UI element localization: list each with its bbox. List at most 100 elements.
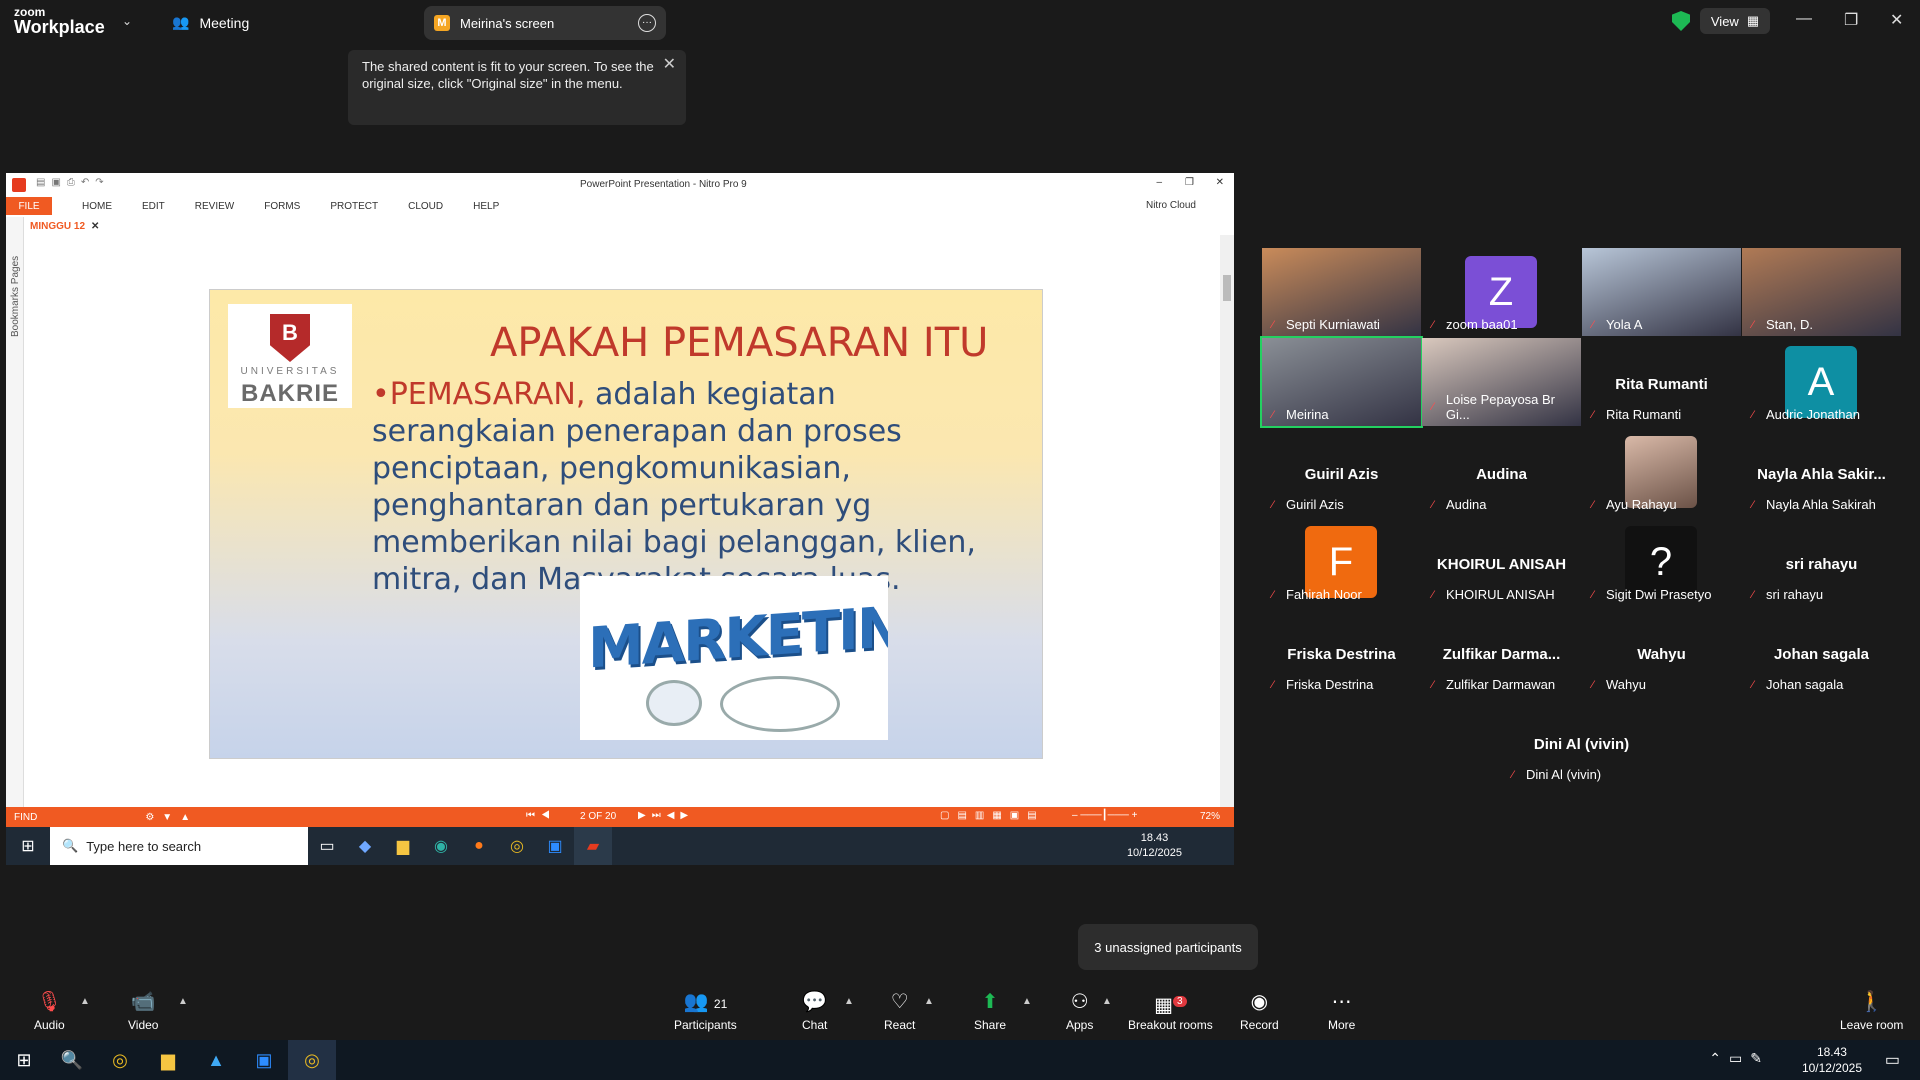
minimize-icon[interactable]: — [1796, 10, 1812, 28]
participant-tile[interactable]: Wahyu ⁄ Wahyu [1582, 608, 1741, 696]
view-button[interactable]: View ▦ [1700, 8, 1770, 34]
maximize-icon[interactable]: ❐ [1844, 10, 1858, 30]
scrollbar-thumb[interactable] [1223, 275, 1231, 301]
menu-help[interactable]: HELP [473, 201, 499, 212]
tray-icons[interactable]: ⌃▭✎ [1709, 1050, 1770, 1067]
grid-icon: ▦ [1746, 13, 1760, 28]
participant-tile[interactable]: Rita Rumanti ⁄ Rita Rumanti [1582, 338, 1741, 426]
unassigned-participants-popup[interactable]: 3 unassigned participants [1078, 924, 1258, 970]
windows-start-icon[interactable]: ⊞ [6, 827, 50, 865]
apps-button[interactable]: ⚇ Apps [1066, 990, 1093, 1032]
participants-button[interactable]: 👥 21 Participants [674, 990, 737, 1032]
vertical-scrollbar[interactable] [1220, 235, 1234, 807]
quick-access-icons[interactable]: ▤▣⎙↶↷ [36, 177, 110, 188]
zoom-level[interactable]: 72% [1200, 811, 1220, 822]
chrome-icon[interactable]: ◎ [96, 1040, 144, 1080]
find-controls-icon[interactable]: ⚙▼▲ [145, 812, 198, 823]
menu-file[interactable]: FILE [6, 197, 52, 215]
app-icon[interactable]: ▲ [192, 1040, 240, 1080]
firefox-icon[interactable]: ● [460, 827, 498, 865]
notifications-icon[interactable]: ▭ [1885, 1050, 1900, 1070]
zoom-app-icon[interactable]: ▣ [536, 827, 574, 865]
participant-tile[interactable]: ⁄ Loise Pepayosa Br Gi... [1422, 338, 1581, 426]
page-first-prev-icon[interactable]: ⏮◀ [526, 810, 556, 821]
edge-icon[interactable]: ◉ [422, 827, 460, 865]
breakout-rooms-button[interactable]: ▦ 3 Breakout rooms [1128, 990, 1213, 1032]
record-button[interactable]: ◉ Record [1240, 990, 1279, 1032]
menu-cloud[interactable]: CLOUD [408, 201, 443, 212]
menu-protect[interactable]: PROTECT [330, 201, 378, 212]
menu-review[interactable]: REVIEW [195, 201, 234, 212]
zoom-logo[interactable]: zoom Workplace [14, 5, 105, 36]
leave-room-button[interactable]: 🚶 Leave room [1840, 990, 1903, 1032]
task-view-icon[interactable]: ▭ [308, 827, 346, 865]
participant-tile[interactable]: ⁄ Septi Kurniawati [1262, 248, 1421, 336]
zoom-slider[interactable]: – ───┃─── + [1072, 810, 1138, 821]
participant-tile[interactable]: Z ⁄ zoom baa01 [1422, 248, 1581, 336]
chevron-down-icon[interactable]: ⌄ [122, 14, 132, 28]
chevron-up-icon[interactable]: ▲ [1022, 996, 1032, 1007]
chrome-icon[interactable]: ◎ [498, 827, 536, 865]
participant-tile[interactable]: A ⁄ Audric Jonathan [1742, 338, 1901, 426]
windows-start-icon[interactable]: ⊞ [0, 1040, 48, 1080]
document-tab[interactable]: MINGGU 12 ✕ [30, 217, 99, 235]
participant-tile[interactable]: Zulfikar Darma... ⁄ Zulfikar Darmawan [1422, 608, 1581, 696]
chevron-up-icon[interactable]: ▲ [80, 996, 90, 1007]
participant-tile[interactable]: F ⁄ Fahirah Noor [1262, 518, 1421, 606]
page-indicator[interactable]: 2 OF 20 [580, 811, 616, 822]
remote-search-box[interactable]: 🔍 Type here to search [50, 827, 308, 865]
audio-button[interactable]: 🎙 Audio [34, 990, 65, 1032]
share-button[interactable]: ⬆ Share [974, 990, 1006, 1032]
menu-home[interactable]: HOME [82, 201, 112, 212]
file-explorer-icon[interactable]: ▆ [384, 827, 422, 865]
nitro-app-icon[interactable]: ▰ [574, 827, 612, 865]
page-next-last-icon[interactable]: ▶⏭◀▶ [638, 810, 694, 821]
copilot-icon[interactable]: ◆ [346, 827, 384, 865]
video-button[interactable]: 📹 Video [128, 990, 158, 1032]
search-icon[interactable]: 🔍 [48, 1040, 96, 1080]
chevron-up-icon[interactable]: ▲ [178, 996, 188, 1007]
close-icon[interactable]: ✕ [91, 221, 99, 232]
participant-name-label: ⁄ Fahirah Noor [1272, 587, 1362, 602]
participant-tile[interactable]: ⁄ Yola A [1582, 248, 1741, 336]
participant-tile[interactable]: ⁄ Stan, D. [1742, 248, 1901, 336]
participant-tile[interactable]: Nayla Ahla Sakir... ⁄ Nayla Ahla Sakirah [1742, 428, 1901, 516]
participant-tile[interactable]: ⁄ Ayu Rahayu [1582, 428, 1741, 516]
chevron-up-icon[interactable]: ▲ [1102, 996, 1112, 1007]
minimize-icon[interactable]: – [1156, 177, 1162, 188]
chevron-up-icon[interactable]: ▲ [844, 996, 854, 1007]
menu-edit[interactable]: EDIT [142, 201, 165, 212]
bookmarks-pages-label[interactable]: Bookmarks Pages [10, 256, 21, 337]
remote-clock[interactable]: 18.43 10/12/2025 [1127, 831, 1182, 861]
participant-tile[interactable]: KHOIRUL ANISAH ⁄ KHOIRUL ANISAH [1422, 518, 1581, 606]
close-icon[interactable]: ✕ [1216, 177, 1224, 188]
participant-tile[interactable]: Audina ⁄ Audina [1422, 428, 1581, 516]
zoom-app-icon[interactable]: ▣ [240, 1040, 288, 1080]
participant-name: Wahyu [1606, 677, 1646, 692]
close-icon[interactable]: ✕ [1890, 10, 1903, 30]
chevron-up-icon[interactable]: ▲ [924, 996, 934, 1007]
shared-screen-tab[interactable]: M Meirina's screen ··· [424, 6, 666, 40]
system-clock[interactable]: 18.43 10/12/2025 [1802, 1044, 1862, 1076]
participant-tile[interactable]: ? ⁄ Sigit Dwi Prasetyo [1582, 518, 1741, 606]
participant-tile[interactable]: Guiril Azis ⁄ Guiril Azis [1262, 428, 1421, 516]
file-explorer-icon[interactable]: ▆ [144, 1040, 192, 1080]
participant-tile[interactable]: Johan sagala ⁄ Johan sagala [1742, 608, 1901, 696]
participant-tile[interactable]: ⁄ Meirina [1260, 336, 1423, 428]
participant-tile[interactable]: Friska Destrina ⁄ Friska Destrina [1262, 608, 1421, 696]
more-options-icon[interactable]: ··· [638, 14, 656, 32]
close-icon[interactable]: ✕ [663, 56, 676, 73]
nitro-cloud-label[interactable]: Nitro Cloud [1146, 200, 1196, 211]
restore-icon[interactable]: ❐ [1185, 177, 1194, 188]
participant-tile[interactable]: Dini Al (vivin) ⁄ Dini Al (vivin) [1502, 698, 1661, 786]
find-label[interactable]: FIND [14, 812, 37, 823]
menu-forms[interactable]: FORMS [264, 201, 300, 212]
mic-muted-icon: ⁄ [1272, 588, 1274, 601]
react-button[interactable]: ♡ React [884, 990, 915, 1032]
participant-tile[interactable]: sri rahayu ⁄ sri rahayu [1742, 518, 1901, 606]
more-button[interactable]: ⋯ More [1328, 990, 1355, 1032]
meeting-menu[interactable]: 👥 Meeting [172, 14, 249, 31]
view-mode-icons[interactable]: ▢▤▥▦▣▤ [940, 810, 1045, 821]
chrome-active-icon[interactable]: ◎ [288, 1040, 336, 1080]
chat-button[interactable]: 💬 Chat [802, 990, 827, 1032]
